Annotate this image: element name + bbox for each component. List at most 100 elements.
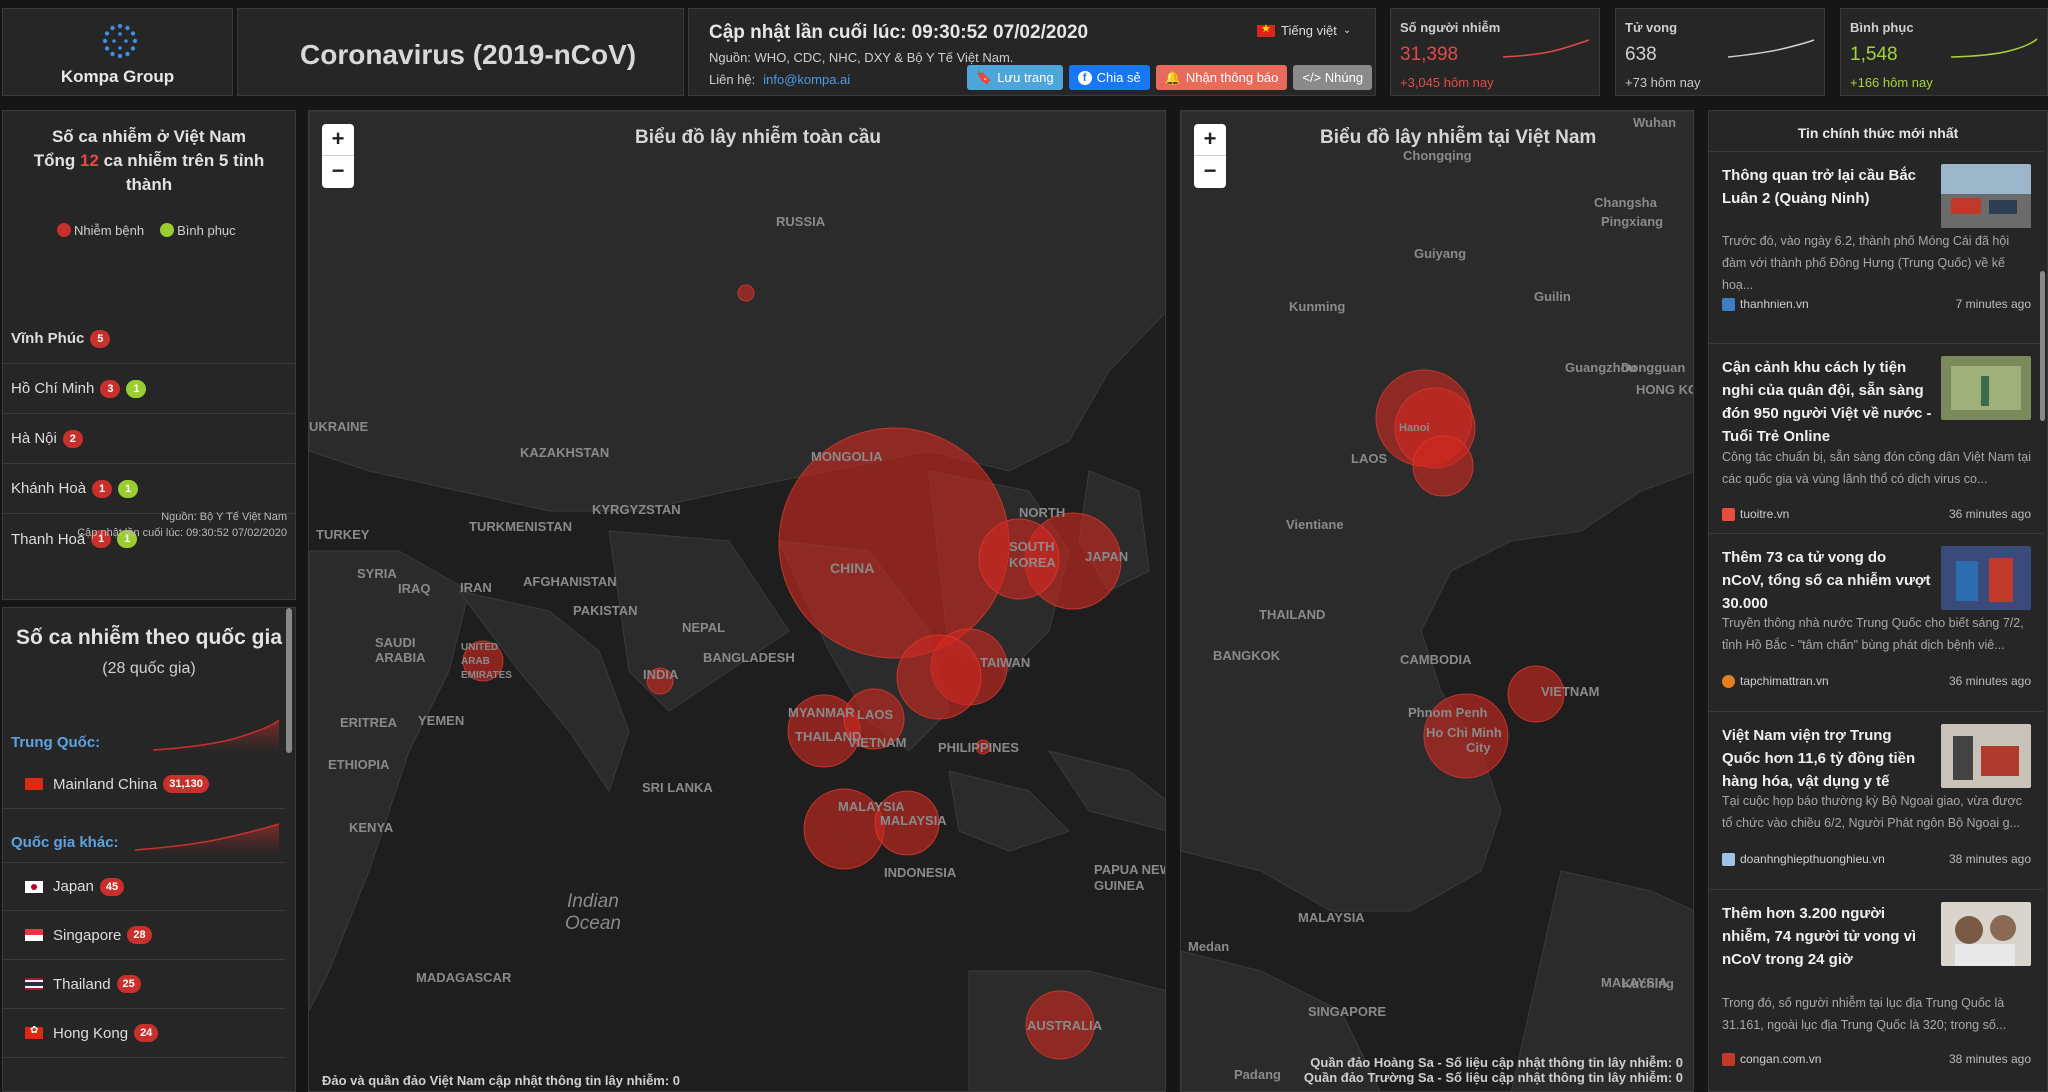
news-thumbnail[interactable] bbox=[1941, 546, 2031, 610]
svg-text:Wuhan: Wuhan bbox=[1633, 115, 1676, 130]
news-description: Trong đó, số người nhiễm tại lục địa Tru… bbox=[1722, 996, 2007, 1032]
infected-badge: 5 bbox=[90, 329, 111, 348]
news-source[interactable]: congan.com.vn bbox=[1722, 1052, 1821, 1066]
vietnam-title: Số ca nhiễm ở Việt Nam Tổng 12 ca nhiễm … bbox=[3, 125, 295, 197]
svg-text:EMIRATES: EMIRATES bbox=[461, 670, 512, 681]
bell-icon: 🔔 bbox=[1164, 69, 1181, 85]
svg-text:SYRIA: SYRIA bbox=[357, 566, 397, 581]
news-scroll-thumb[interactable] bbox=[2040, 271, 2045, 421]
news-item[interactable]: Việt Nam viện trợ Trung Quốc hơn 11,6 tỷ… bbox=[1709, 711, 2043, 889]
recovered-badge: 1 bbox=[118, 479, 139, 498]
news-item[interactable]: Thông quan trở lại cầu Bắc Luân 2 (Quảng… bbox=[1709, 151, 2043, 331]
svg-text:THAILAND: THAILAND bbox=[1259, 607, 1325, 622]
red-dot-icon bbox=[57, 223, 71, 237]
svg-text:YEMEN: YEMEN bbox=[418, 713, 464, 728]
country-name: Singapore bbox=[53, 926, 122, 944]
zoom-in-button[interactable]: + bbox=[322, 124, 354, 156]
svg-text:AUSTRALIA: AUSTRALIA bbox=[1027, 1018, 1103, 1033]
country-row[interactable]: ✿ Hong Kong 24 bbox=[3, 1009, 285, 1058]
save-page-button[interactable]: 🔖 Lưu trang bbox=[967, 65, 1063, 90]
news-source[interactable]: tapchimattran.vn bbox=[1722, 674, 1829, 688]
svg-text:AFGHANISTAN: AFGHANISTAN bbox=[523, 574, 617, 589]
chevron-down-icon: ⌄ bbox=[1342, 25, 1352, 36]
svg-text:VIETNAM: VIETNAM bbox=[1541, 684, 1600, 699]
stat-infected: Số người nhiễm 31,398 +3,045 hôm nay bbox=[1390, 8, 1600, 96]
vietnam-cases-panel: Số ca nhiễm ở Việt Nam Tổng 12 ca nhiễm … bbox=[2, 110, 296, 600]
country-row[interactable]: Singapore 28 bbox=[3, 911, 285, 960]
action-buttons: 🔖 Lưu trang f Chia sẻ 🔔 Nhận thông báo </> … bbox=[967, 65, 1373, 90]
svg-text:VIETNAM: VIETNAM bbox=[848, 735, 907, 750]
svg-text:Guilin: Guilin bbox=[1534, 289, 1571, 304]
svg-text:PAPUA NEW: PAPUA NEW bbox=[1094, 862, 1166, 877]
news-thumbnail[interactable] bbox=[1941, 164, 2031, 228]
news-source[interactable]: tuoitre.vn bbox=[1722, 507, 1789, 521]
svg-text:MALAYSIA: MALAYSIA bbox=[838, 799, 905, 814]
zoom-in-button[interactable]: + bbox=[1194, 124, 1226, 156]
news-source[interactable]: doanhnghiepthuonghieu.vn bbox=[1722, 852, 1885, 866]
news-thumbnail[interactable] bbox=[1941, 356, 2031, 420]
svg-text:Changsha: Changsha bbox=[1594, 195, 1658, 210]
sparkline-recovered bbox=[1950, 38, 2038, 58]
news-source[interactable]: thanhnien.vn bbox=[1722, 297, 1809, 311]
dashboard: Kompa Group Coronavirus (2019-nCoV) Cập … bbox=[0, 0, 2048, 1092]
news-time: 36 minutes ago bbox=[1948, 674, 2031, 688]
news-description: Tại cuộc họp báo thường kỳ Bộ Ngoại giao… bbox=[1722, 794, 2022, 830]
group-china-label: Trung Quốc: bbox=[11, 734, 101, 751]
country-row[interactable]: Thailand 25 bbox=[3, 960, 285, 1009]
embed-button[interactable]: </> Nhúng bbox=[1293, 65, 1373, 90]
news-title[interactable]: Thêm 73 ca tử vong do nCoV, tổng số ca n… bbox=[1722, 546, 1932, 615]
infected-badge: 1 bbox=[92, 479, 113, 498]
svg-text:MONGOLIA: MONGOLIA bbox=[811, 449, 883, 464]
stat-label: Tử vong bbox=[1625, 20, 1678, 35]
notify-label: Nhận thông báo bbox=[1185, 70, 1279, 85]
svg-text:IRAQ: IRAQ bbox=[398, 581, 431, 596]
svg-text:BANGKOK: BANGKOK bbox=[1213, 648, 1281, 663]
province-row[interactable]: Hà Nội 2 bbox=[3, 414, 295, 464]
news-time: 38 minutes ago bbox=[1948, 1052, 2031, 1066]
news-thumbnail[interactable] bbox=[1941, 902, 2031, 966]
province-row[interactable]: Khánh Hoà 1 1 bbox=[3, 464, 295, 514]
language-selector[interactable]: Tiếng việt ⌄ bbox=[1257, 22, 1352, 38]
province-row[interactable]: Vĩnh Phúc 5 bbox=[3, 314, 295, 364]
news-source-label: tuoitre.vn bbox=[1740, 507, 1790, 521]
countries-scrollbar[interactable] bbox=[286, 608, 292, 753]
country-name: Japan bbox=[53, 878, 94, 895]
svg-text:Hanoi: Hanoi bbox=[1399, 422, 1430, 434]
news-item[interactable]: Thêm hơn 3.200 người nhiễm, 74 người tử … bbox=[1709, 889, 2043, 1092]
stat-value: 638 bbox=[1625, 44, 1657, 65]
source-icon bbox=[1722, 507, 1735, 521]
hongkong-flag-icon: ✿ bbox=[25, 1025, 43, 1039]
news-item[interactable]: Thêm 73 ca tử vong do nCoV, tổng số ca n… bbox=[1709, 533, 2043, 711]
share-button[interactable]: f Chia sẻ bbox=[1068, 65, 1150, 90]
source-icon bbox=[1722, 852, 1735, 866]
news-title[interactable]: Thông quan trở lại cầu Bắc Luân 2 (Quảng… bbox=[1722, 164, 1932, 210]
svg-text:PAKISTAN: PAKISTAN bbox=[573, 603, 638, 618]
svg-text:Padang: Padang bbox=[1234, 1067, 1281, 1082]
group-other-label: Quốc gia khác: bbox=[11, 834, 119, 851]
news-scrollbar[interactable] bbox=[2040, 151, 2045, 1081]
notify-button[interactable]: 🔔 Nhận thông báo bbox=[1155, 65, 1288, 90]
svg-text:UNITED: UNITED bbox=[461, 642, 498, 653]
zoom-out-button[interactable]: − bbox=[322, 156, 354, 188]
svg-text:NEPAL: NEPAL bbox=[682, 620, 725, 635]
news-title[interactable]: Thêm hơn 3.200 người nhiễm, 74 người tử … bbox=[1722, 902, 1932, 971]
country-row[interactable]: Japan 45 bbox=[3, 862, 285, 911]
news-title[interactable]: Việt Nam viện trợ Trung Quốc hơn 11,6 tỷ… bbox=[1722, 724, 1932, 793]
news-title[interactable]: Cận cảnh khu cách ly tiện nghi của quân … bbox=[1722, 356, 1932, 448]
global-zoom-control: + − bbox=[322, 124, 354, 188]
news-thumbnail[interactable] bbox=[1941, 724, 2031, 788]
stat-delta: +73 hôm nay bbox=[1625, 75, 1701, 90]
thailand-flag-icon bbox=[25, 978, 43, 990]
global-map[interactable]: RUSSIA MONGOLIA KAZAKHSTAN CHINA KYRGYZS… bbox=[308, 110, 1166, 1092]
country-row[interactable]: Mainland China 31,130 bbox=[3, 760, 285, 809]
zoom-out-button[interactable]: − bbox=[1194, 156, 1226, 188]
vietnam-map[interactable]: Wuhan Chongqing Changsha Pingxiang Guiya… bbox=[1180, 110, 1694, 1092]
province-row[interactable]: Hồ Chí Minh 3 1 bbox=[3, 364, 295, 414]
contact-email-link[interactable]: info@kompa.ai bbox=[763, 72, 850, 87]
countries-title: Số ca nhiễm theo quốc gia bbox=[15, 626, 283, 649]
last-update: Cập nhật lần cuối lúc: 09:30:52 07/02/20… bbox=[709, 22, 1089, 43]
news-item[interactable]: Cận cảnh khu cách ly tiện nghi của quân … bbox=[1709, 343, 2043, 533]
svg-text:CHINA: CHINA bbox=[830, 560, 874, 576]
logo-panel[interactable]: Kompa Group bbox=[2, 8, 233, 96]
source-icon bbox=[1722, 674, 1735, 688]
